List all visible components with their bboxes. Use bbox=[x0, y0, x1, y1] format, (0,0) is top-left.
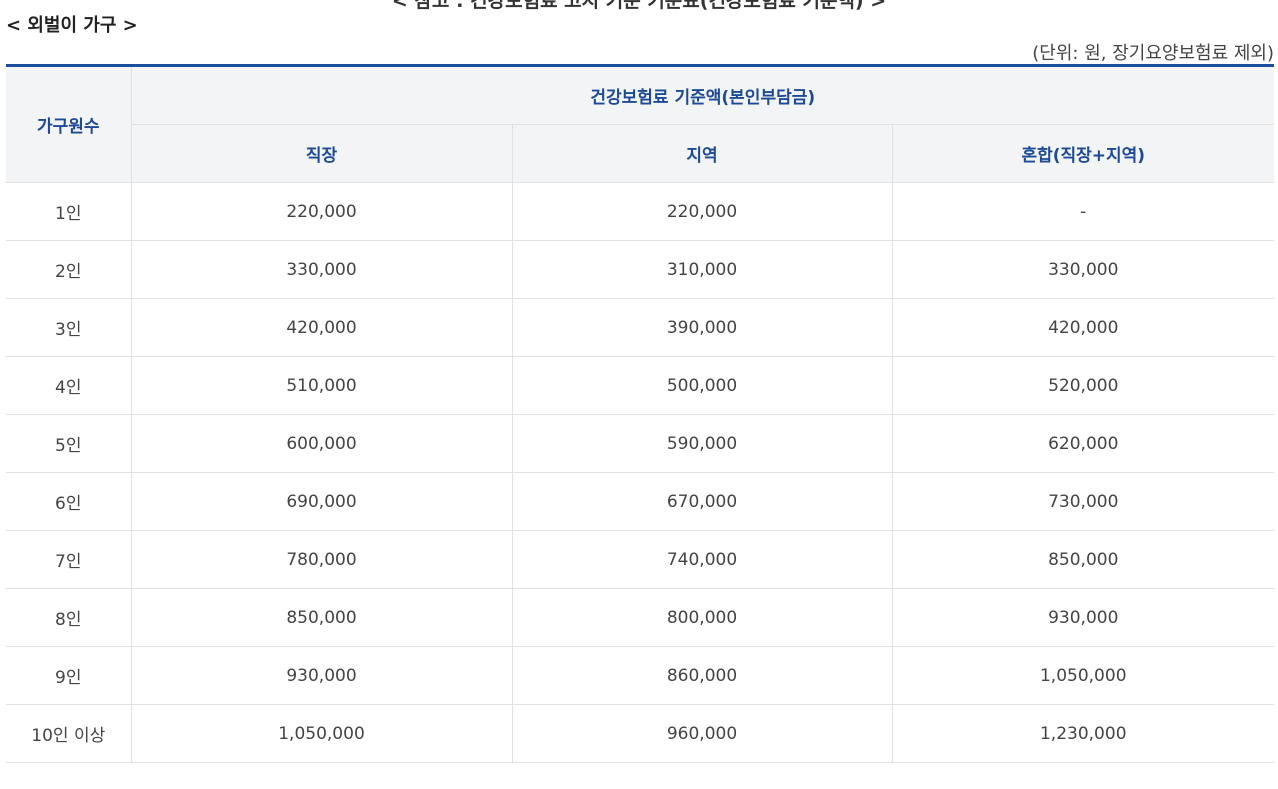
unit-note: (단위: 원, 장기요양보험료 제외) bbox=[1032, 43, 1274, 64]
cell-household: 6인 bbox=[6, 472, 131, 531]
cell-household: 4인 bbox=[6, 356, 131, 415]
cell-workplace: 930,000 bbox=[130, 646, 512, 705]
table-header-row: 가구원수 건강보험료 기준액(본인부담금) bbox=[6, 65, 1274, 183]
header-mixed: 혼합(직장+지역) bbox=[891, 124, 1274, 183]
cell-mixed: 1,050,000 bbox=[891, 646, 1274, 705]
cell-workplace: 1,050,000 bbox=[130, 704, 512, 763]
section-title: < 외벌이 가구 > bbox=[6, 15, 138, 36]
cell-workplace: 420,000 bbox=[130, 298, 512, 357]
cell-mixed: 1,230,000 bbox=[891, 704, 1274, 763]
header-workplace: 직장 bbox=[130, 124, 512, 183]
table-row: 9인 930,000 860,000 1,050,000 bbox=[6, 646, 1274, 705]
table-row: 1인 220,000 220,000 - bbox=[6, 182, 1274, 241]
cell-regional: 390,000 bbox=[511, 298, 892, 357]
cell-workplace: 850,000 bbox=[130, 588, 512, 647]
cell-workplace: 600,000 bbox=[130, 414, 512, 473]
cell-mixed: 330,000 bbox=[891, 240, 1274, 299]
table-row: 6인 690,000 670,000 730,000 bbox=[6, 472, 1274, 531]
cell-workplace: 330,000 bbox=[130, 240, 512, 299]
header-household-count: 가구원수 bbox=[6, 65, 131, 183]
cell-regional: 310,000 bbox=[511, 240, 892, 299]
cell-household: 9인 bbox=[6, 646, 131, 705]
table-row: 3인 420,000 390,000 420,000 bbox=[6, 298, 1274, 357]
insurance-fee-table: 가구원수 건강보험료 기준액(본인부담금) 직장 지역 혼합(직장+지역) 1인… bbox=[6, 64, 1274, 763]
table-row: 7인 780,000 740,000 850,000 bbox=[6, 530, 1274, 589]
cell-workplace: 510,000 bbox=[130, 356, 512, 415]
cell-regional: 960,000 bbox=[511, 704, 892, 763]
table-row: 2인 330,000 310,000 330,000 bbox=[6, 240, 1274, 299]
cell-household: 1인 bbox=[6, 182, 131, 241]
cell-household: 5인 bbox=[6, 414, 131, 473]
cell-workplace: 780,000 bbox=[130, 530, 512, 589]
table-row: 10인 이상 1,050,000 960,000 1,230,000 bbox=[6, 704, 1274, 763]
cell-household: 10인 이상 bbox=[6, 704, 131, 763]
cell-regional: 800,000 bbox=[511, 588, 892, 647]
cell-regional: 590,000 bbox=[511, 414, 892, 473]
cell-household: 2인 bbox=[6, 240, 131, 299]
cell-mixed: 850,000 bbox=[891, 530, 1274, 589]
cell-workplace: 220,000 bbox=[130, 182, 512, 241]
table-row: 5인 600,000 590,000 620,000 bbox=[6, 414, 1274, 473]
cell-household: 7인 bbox=[6, 530, 131, 589]
cell-household: 8인 bbox=[6, 588, 131, 647]
cell-mixed: 930,000 bbox=[891, 588, 1274, 647]
top-caption: < 참고 : 건강보험료 고시 기준 기준표(건강보험료 기준액) > bbox=[391, 0, 887, 12]
header-fee-group: 건강보험료 기준액(본인부담금) bbox=[130, 65, 1274, 125]
cell-mixed: 730,000 bbox=[891, 472, 1274, 531]
table-subheader-row: 직장 지역 혼합(직장+지역) bbox=[6, 124, 1274, 183]
cell-mixed: 420,000 bbox=[891, 298, 1274, 357]
table-row: 8인 850,000 800,000 930,000 bbox=[6, 588, 1274, 647]
cell-regional: 220,000 bbox=[511, 182, 892, 241]
cell-mixed: - bbox=[891, 182, 1274, 241]
header-regional: 지역 bbox=[511, 124, 892, 183]
cell-regional: 740,000 bbox=[511, 530, 892, 589]
cell-regional: 860,000 bbox=[511, 646, 892, 705]
cell-regional: 670,000 bbox=[511, 472, 892, 531]
cell-regional: 500,000 bbox=[511, 356, 892, 415]
cell-workplace: 690,000 bbox=[130, 472, 512, 531]
cell-household: 3인 bbox=[6, 298, 131, 357]
table-row: 4인 510,000 500,000 520,000 bbox=[6, 356, 1274, 415]
cell-mixed: 620,000 bbox=[891, 414, 1274, 473]
cell-mixed: 520,000 bbox=[891, 356, 1274, 415]
